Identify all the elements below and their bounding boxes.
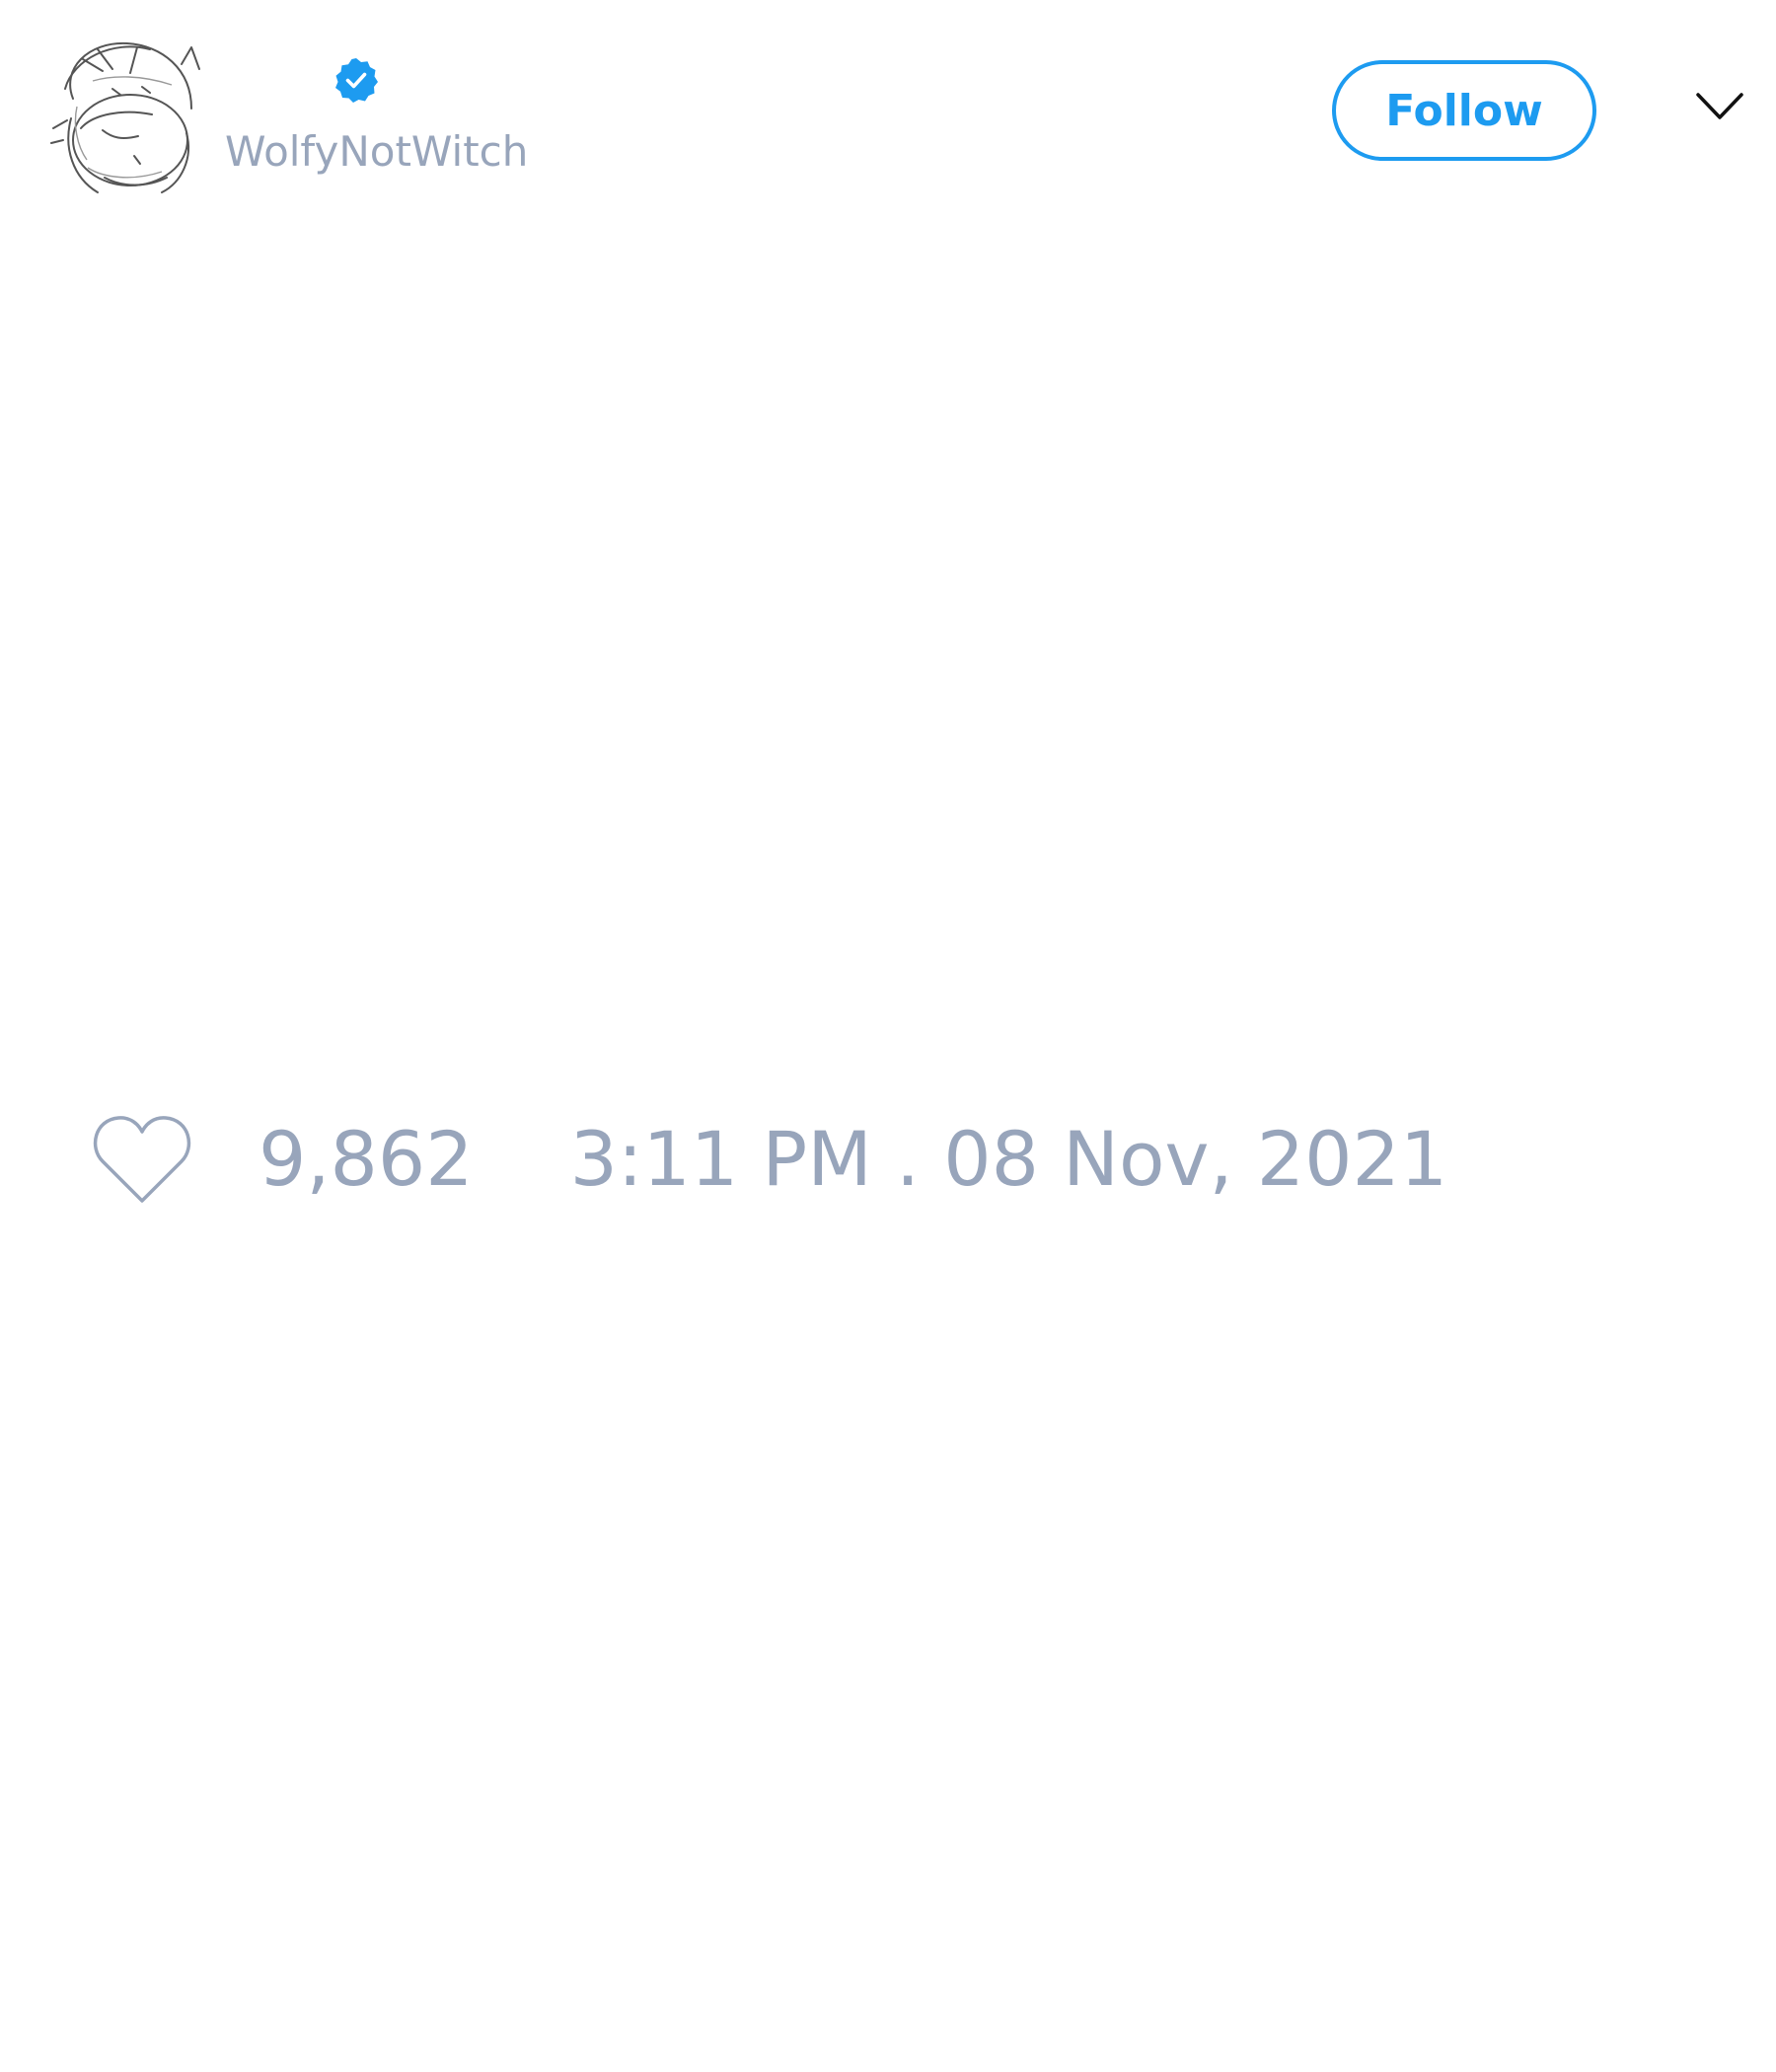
follow-button[interactable]: Follow (1332, 60, 1596, 161)
sketch-avatar-icon (50, 41, 200, 193)
verified-badge-icon (335, 58, 378, 103)
verified-badge (333, 56, 380, 104)
avatar[interactable] (43, 30, 211, 197)
heart-icon (93, 1116, 191, 1203)
author-handle[interactable]: WolfyNotWitch (225, 124, 528, 180)
tweet-footer: 9,862 3:11 PM . 08 Nov, 2021 (89, 1105, 1447, 1214)
like-count: 9,862 (259, 1115, 474, 1203)
chevron-down-icon (1696, 93, 1743, 119)
tweet-timestamp[interactable]: 3:11 PM . 08 Nov, 2021 (570, 1115, 1448, 1204)
like-button[interactable] (89, 1112, 195, 1207)
more-options-button[interactable] (1695, 91, 1744, 124)
tweet-card: WolfyNotWitch Follow 9,862 3:11 PM . 08 … (0, 0, 1776, 2072)
